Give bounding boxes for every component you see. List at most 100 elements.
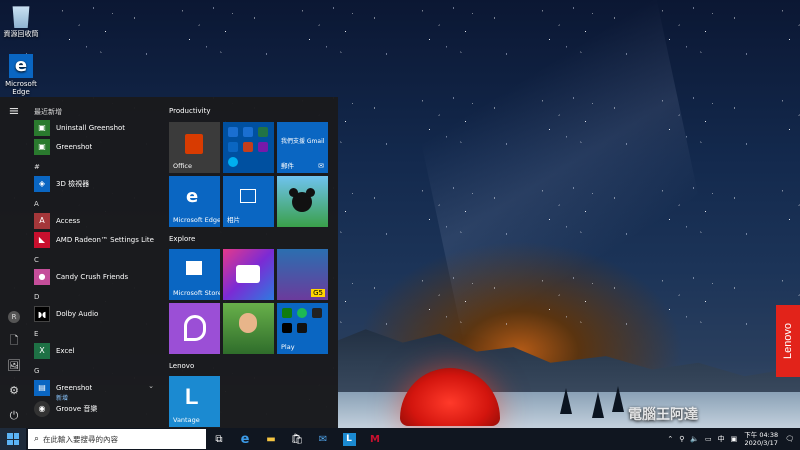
file-explorer-icon[interactable]: ▬ [258, 428, 284, 450]
vantage-icon: L [185, 384, 199, 409]
chevron-down-icon[interactable]: ⌄ [148, 382, 154, 390]
group-header-hash[interactable]: # [34, 163, 40, 171]
folder-icon: ▤ [34, 380, 50, 396]
office-icon [185, 134, 203, 154]
app-label: Dolby Audio [56, 310, 99, 318]
search-icon: ⌕ [34, 434, 40, 444]
store-icon[interactable]: 🛍 [284, 428, 310, 450]
tile-picsart[interactable] [169, 303, 220, 354]
group-header-d[interactable]: D [34, 293, 39, 301]
app-item-3d-viewer[interactable]: ◈ 3D 檢視器 [34, 176, 158, 192]
network-icon[interactable]: ⚲ [676, 435, 687, 443]
tile-photos[interactable]: 相片 [223, 176, 274, 227]
spotify-icon [297, 308, 307, 318]
user-avatar[interactable]: R [4, 307, 24, 325]
lenovo-header[interactable]: Lenovo [169, 362, 194, 370]
tile-area: Productivity Office 我們支援 Gmail 郵件 ✉ e Mi… [160, 97, 338, 428]
battery-icon[interactable]: ▭ [702, 435, 715, 443]
desktop-icon-edge[interactable]: e Microsoft Edge [0, 54, 42, 96]
app-item-excel[interactable]: X Excel [34, 343, 158, 359]
app-list: 最近新增 ▣ Uninstall Greenshot ▣ Greenshot #… [28, 97, 160, 428]
tile-vantage[interactable]: L Vantage [169, 376, 220, 427]
group-header-e[interactable]: E [34, 330, 38, 338]
excel-icon [258, 127, 268, 137]
mcafee-icon[interactable]: M [362, 428, 388, 450]
app-item-access[interactable]: A Access [34, 213, 158, 229]
dolby-icon: ◗◖ [34, 306, 50, 322]
app-label: AMD Radeon™ Settings Lite [56, 236, 154, 244]
documents-icon[interactable]: 🗋 [4, 332, 24, 350]
onedrive-icon [228, 142, 238, 152]
clock-time: 下午 04:38 [744, 431, 779, 439]
clock[interactable]: 下午 04:38 2020/3/17 [740, 431, 782, 447]
ime-mode-icon[interactable]: ▣ [728, 435, 741, 443]
wallpaper-tree [612, 386, 624, 412]
camera-icon [236, 265, 260, 283]
lenovo-badge-text: Lenovo [782, 322, 794, 360]
greenshot-icon: ▣ [34, 139, 50, 155]
app-label: Greenshot [56, 143, 93, 151]
app-item-greenshot-folder[interactable]: ▤ Greenshot 新增 ⌄ [34, 380, 158, 402]
start-button[interactable] [0, 428, 26, 450]
productivity-header[interactable]: Productivity [169, 107, 211, 115]
windows-logo-icon [7, 433, 19, 445]
app-item-uninstall-greenshot[interactable]: ▣ Uninstall Greenshot [34, 120, 158, 136]
search-box[interactable]: ⌕ 在此輸入要搜尋的內容 [28, 429, 206, 449]
power-icon[interactable]: ⏻ [4, 407, 24, 425]
ime-indicator[interactable]: 中 [715, 434, 728, 444]
outlook-icon [243, 127, 253, 137]
app-item-candy-crush[interactable]: ● Candy Crush Friends [34, 269, 158, 285]
app-item-dolby-audio[interactable]: ◗◖ Dolby Audio [34, 306, 158, 322]
action-center-icon[interactable]: 🗨 [782, 435, 800, 443]
word-icon [228, 127, 238, 137]
cube-icon: ◈ [34, 176, 50, 192]
app-item-groove-music[interactable]: ◉ Groove 音樂 [34, 401, 158, 417]
edge-icon[interactable]: e [232, 428, 258, 450]
tile-label: Play [281, 343, 295, 351]
tile-play-folder[interactable]: Play [277, 303, 328, 354]
mail-icon[interactable]: ✉ [310, 428, 336, 450]
tile-office[interactable]: Office [169, 122, 220, 173]
start-rail: ≡ R 🗋 🖼 ⚙ ⏻ [0, 97, 28, 428]
app-list-header: 最近新增 [34, 108, 62, 116]
tile-game-g5[interactable]: G5 [277, 249, 328, 300]
amd-icon: ◣ [34, 232, 50, 248]
mickey-ear-icon [306, 188, 315, 197]
tile-homescapes[interactable] [223, 303, 274, 354]
hamburger-menu-icon[interactable]: ≡ [4, 103, 24, 121]
roblox-icon [282, 323, 292, 333]
tile-mail[interactable]: 我們支援 Gmail 郵件 ✉ [277, 122, 328, 173]
app-item-greenshot[interactable]: ▣ Greenshot [34, 139, 158, 155]
group-header-a[interactable]: A [34, 200, 39, 208]
settings-gear-icon[interactable]: ⚙ [4, 382, 24, 400]
show-hidden-icons-chevron-icon[interactable]: ⌃ [664, 435, 676, 443]
tile-camera-app[interactable] [223, 249, 274, 300]
access-icon: A [34, 213, 50, 229]
group-header-g[interactable]: G [34, 367, 39, 375]
vantage-icon[interactable]: L [336, 428, 362, 450]
watermark: 電腦王阿達 [628, 407, 698, 423]
search-placeholder: 在此輸入要搜尋的內容 [43, 434, 119, 444]
desktop-icon-recycle-bin[interactable]: 資源回收筒 [0, 4, 42, 38]
clock-date: 2020/3/17 [744, 439, 778, 447]
task-view-icon[interactable]: ⧉ [206, 428, 232, 450]
tile-store[interactable]: Microsoft Store [169, 249, 220, 300]
tile-label: Vantage [173, 416, 200, 424]
edge-icon: e [9, 54, 33, 78]
app-label: Candy Crush Friends [56, 273, 129, 281]
tile-edge[interactable]: e Microsoft Edge [169, 176, 220, 227]
app-label: Groove 音樂 [56, 405, 98, 413]
desktop-icon-label: 資源回收筒 [3, 30, 39, 38]
tile-disney-game[interactable] [277, 176, 328, 227]
pictures-icon[interactable]: 🖼 [4, 357, 24, 375]
app-item-amd-radeon[interactable]: ◣ AMD Radeon™ Settings Lite [34, 232, 158, 248]
tile-office-apps-folder[interactable] [223, 122, 274, 173]
app-label: Greenshot [56, 384, 93, 392]
group-header-c[interactable]: C [34, 256, 39, 264]
g5-logo-icon: G5 [311, 289, 325, 297]
tile-label: Microsoft Store [173, 289, 220, 297]
volume-icon[interactable]: 🔈 [687, 435, 702, 443]
explore-header[interactable]: Explore [169, 235, 195, 243]
wallpaper-tree [592, 392, 604, 418]
app-label: Excel [56, 347, 75, 355]
